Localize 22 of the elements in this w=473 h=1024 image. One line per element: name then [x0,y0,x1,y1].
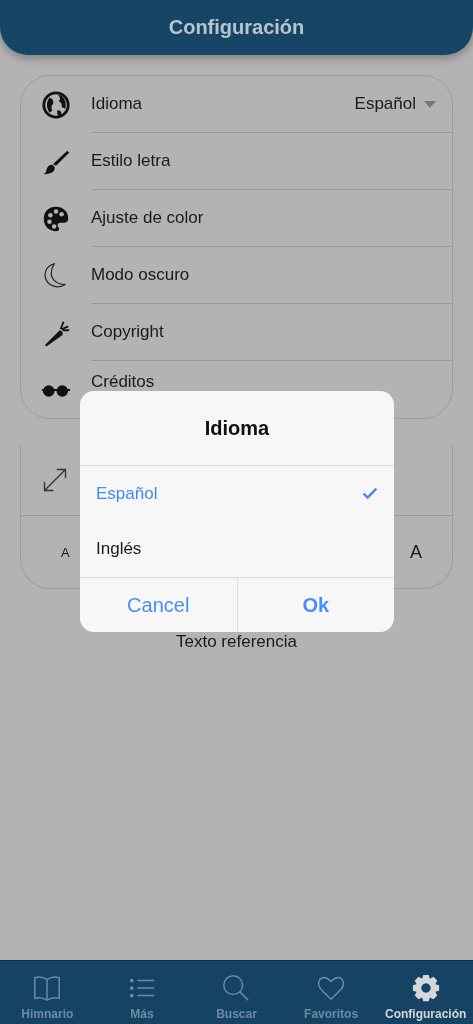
glasses-icon [41,384,71,397]
book-icon [32,973,63,1003]
preview-text: Texto referencia [175,632,298,652]
tab[interactable]: Configuración [378,961,473,1024]
search-icon [221,973,252,1003]
dialog-title: Idioma [80,391,394,466]
setting-label[interactable]: Idioma [91,94,143,114]
setting-label[interactable]: Copyright [91,322,164,342]
resize-icon [41,466,69,494]
small-font-label: A [61,544,70,560]
language-option[interactable]: Inglés [80,521,394,576]
header-title: Configuración [168,16,305,39]
settings-icon [410,973,441,1003]
language-dropdown[interactable]: Español [354,94,436,114]
caret-icon [424,100,436,108]
globe-icon [41,89,71,120]
setting-label[interactable]: Ajuste de color [91,208,204,228]
check-icon [362,487,378,500]
setting-label[interactable]: Estilo letra [91,151,171,171]
setting-label[interactable]: Modo oscuro [91,265,190,285]
setting-label[interactable]: Créditos [91,371,155,392]
large-font-label: A [410,541,422,563]
